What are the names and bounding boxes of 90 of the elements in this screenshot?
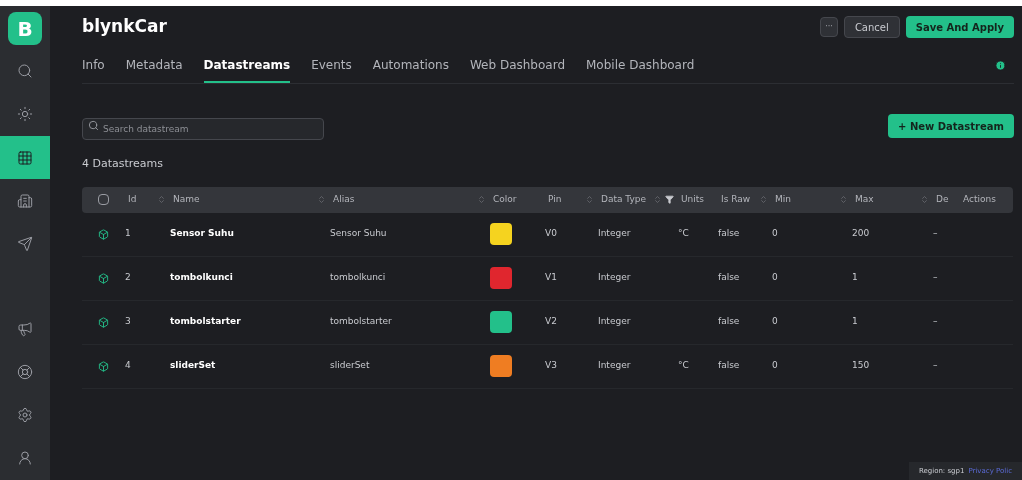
sun-icon [17, 106, 33, 123]
table-cell: false [718, 271, 740, 285]
datastream-name: tombolstarter [170, 315, 241, 329]
lifebuoy-icon [17, 363, 33, 380]
sort-icon [317, 195, 326, 204]
table-cell: 1 [852, 315, 858, 329]
tab[interactable]: Mobile Dashboard [586, 48, 695, 83]
table-cell: – [933, 227, 938, 241]
tab[interactable]: Info [82, 48, 105, 83]
sidebar-item[interactable] [0, 135, 50, 180]
sort-icon [920, 195, 929, 204]
table-cell: 3 [125, 315, 131, 329]
table-cell: °C [678, 359, 689, 373]
table-cell: V0 [545, 227, 557, 241]
table-cell: false [718, 227, 740, 241]
column-header[interactable]: Min [772, 186, 852, 213]
table-cell: V1 [545, 271, 557, 285]
tab[interactable]: Automations [372, 48, 449, 83]
column-header[interactable]: Actions [960, 186, 1013, 213]
page-title: blynkCar [82, 15, 167, 39]
settings-icon [17, 407, 33, 424]
paper-plane-icon [17, 236, 33, 253]
table-cell: 200 [852, 227, 870, 241]
table-cell: sliderSet [330, 359, 370, 373]
sort-icon [477, 195, 486, 204]
cube-icon [98, 272, 109, 284]
cancel-button[interactable]: Cancel [843, 16, 900, 38]
table-cell: Sensor Suhu [330, 227, 387, 241]
building-icon [17, 192, 33, 209]
sort-icon [653, 195, 662, 204]
cube-icon [98, 360, 109, 372]
new-datastream-button[interactable]: + New Datastream [888, 114, 1014, 138]
tab[interactable]: Metadata [125, 48, 183, 83]
datastream-count: 4 Datastreams [82, 156, 164, 172]
datastream-name: Sensor Suhu [170, 227, 234, 241]
table-cell: tombolstarter [330, 315, 392, 329]
table-cell: 0 [772, 227, 778, 241]
table-cell: 4 [125, 359, 131, 373]
cube-icon [98, 228, 109, 240]
search-icon [17, 63, 33, 80]
tab[interactable]: Web Dashboard [469, 48, 565, 83]
table-cell: 2 [125, 271, 131, 285]
table-cell: 1 [125, 227, 131, 241]
sort-icon [157, 195, 166, 204]
table-cell: Integer [598, 315, 631, 329]
column-header[interactable]: Pin [545, 186, 598, 213]
column-header[interactable]: Id [125, 186, 170, 213]
grid-icon [17, 149, 33, 166]
user-icon [17, 450, 33, 467]
table-cell: – [933, 271, 938, 285]
table-cell: false [718, 315, 740, 329]
tab[interactable]: Datastreams [203, 48, 291, 83]
table-cell: °C [678, 227, 689, 241]
sort-icon [759, 195, 768, 204]
table-cell: Integer [598, 359, 631, 373]
table-cell: – [933, 315, 938, 329]
table-cell: tombolkunci [330, 271, 386, 285]
save-button[interactable]: Save And Apply [905, 16, 1014, 38]
column-header[interactable]: Data Type [598, 186, 678, 213]
info-icon[interactable] [995, 60, 1006, 71]
sort-icon [839, 195, 848, 204]
table-cell: – [933, 359, 938, 373]
table-cell: V3 [545, 359, 557, 373]
column-header[interactable]: De [933, 186, 960, 213]
more-button[interactable]: ··· [820, 17, 838, 37]
cube-icon [98, 316, 109, 328]
table-cell: Integer [598, 227, 631, 241]
column-header[interactable]: Color [490, 186, 545, 213]
table-cell: false [718, 359, 740, 373]
table-cell: 0 [772, 315, 778, 329]
column-header[interactable]: Alias [330, 186, 490, 213]
table-cell: 0 [772, 271, 778, 285]
datastream-name: sliderSet [170, 359, 216, 373]
table-cell: 150 [852, 359, 870, 373]
sort-icon [585, 195, 594, 204]
search-field[interactable]: Search datastream [82, 118, 324, 140]
column-header[interactable]: Name [170, 186, 330, 213]
filter-icon [665, 195, 674, 204]
search-icon [88, 120, 99, 131]
table-cell: V2 [545, 315, 557, 329]
column-header[interactable]: Units [678, 186, 718, 213]
column-header[interactable]: Max [852, 186, 933, 213]
datastream-name: tombolkunci [170, 271, 233, 285]
megaphone-icon [17, 320, 33, 337]
tab[interactable]: Events [311, 48, 352, 83]
table-cell: 0 [772, 359, 778, 373]
table-cell: 1 [852, 271, 858, 285]
column-header[interactable]: Is Raw [718, 186, 772, 213]
checkbox[interactable] [98, 194, 109, 205]
table-cell: Integer [598, 271, 631, 285]
